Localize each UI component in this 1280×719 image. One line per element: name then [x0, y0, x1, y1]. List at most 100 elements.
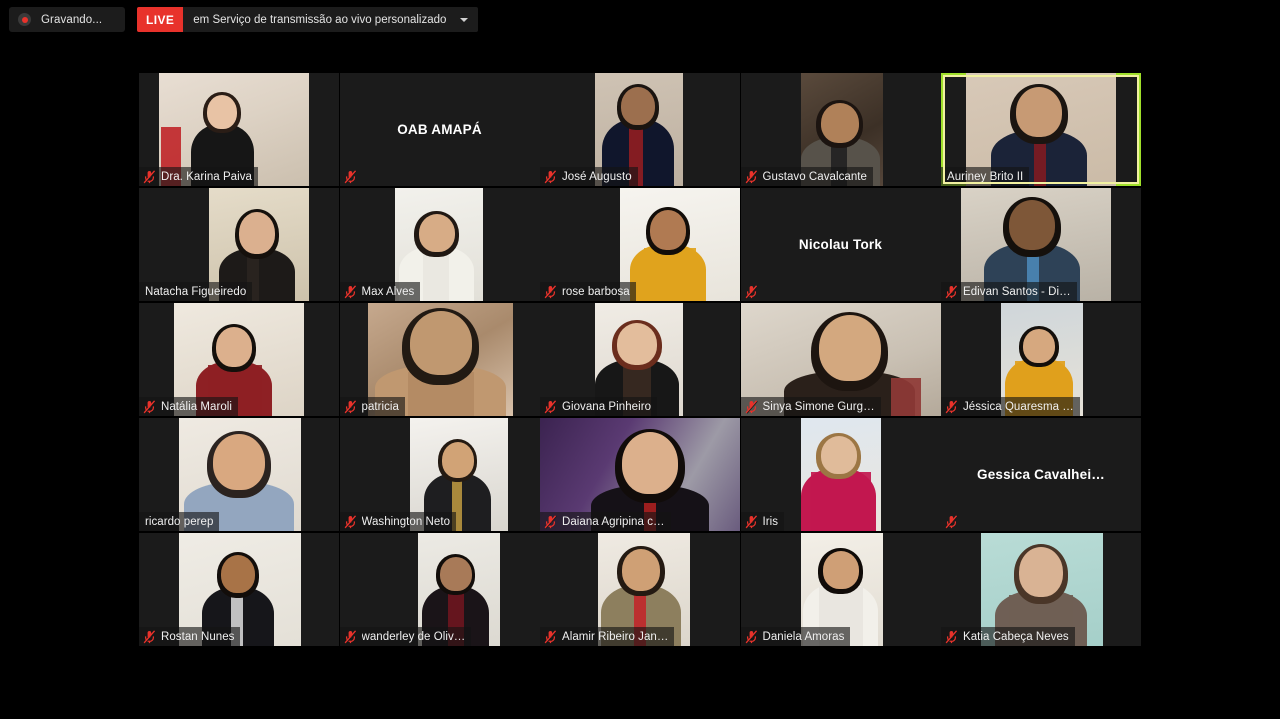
participant-name-overlay: Gustavo Cavalcante — [740, 167, 873, 186]
participant-name-overlay: ricardo perep — [139, 512, 220, 531]
participant-tile[interactable]: Katia Cabeça Neves — [941, 533, 1141, 646]
participant-name-placeholder: OAB AMAPÁ — [397, 122, 482, 137]
participant-gallery: Dra. Karina Paiva OAB AMAPÁ José Augusto Gu… — [139, 73, 1141, 646]
recording-indicator-button[interactable]: Gravando... — [9, 7, 125, 32]
live-badge: LIVE — [137, 7, 184, 32]
participant-name: Natacha Figueiredo — [145, 285, 247, 298]
microphone-muted-icon — [344, 399, 357, 414]
participant-name: Edivan Santos - Di… — [963, 285, 1071, 298]
microphone-muted-icon — [945, 399, 958, 414]
participant-name-overlay: Max Alves — [339, 282, 421, 301]
live-service-label: em Serviço de transmissão ao vivo person… — [193, 13, 447, 26]
microphone-muted-icon — [143, 399, 156, 414]
participant-name-overlay: Rostan Nunes — [139, 627, 241, 646]
participant-name-overlay: patricia — [339, 397, 405, 416]
participant-name: Daiana Agripina c… — [562, 515, 665, 528]
participant-tile[interactable]: ricardo perep — [139, 418, 339, 531]
participant-name-overlay: Iris — [740, 512, 785, 531]
chevron-down-icon[interactable] — [460, 17, 469, 22]
participant-name: Daniela Amoras — [762, 630, 845, 643]
participant-name-overlay: Daiana Agripina c… — [540, 512, 671, 531]
microphone-muted-icon — [544, 629, 557, 644]
participant-tile[interactable]: Daiana Agripina c… — [540, 418, 740, 531]
participant-tile[interactable]: Rostan Nunes — [139, 533, 339, 646]
participant-name: Gustavo Cavalcante — [762, 170, 867, 183]
participant-tile[interactable]: Natália Maroli — [139, 303, 339, 416]
participant-name: José Augusto — [562, 170, 632, 183]
participant-tile[interactable]: OAB AMAPÁ — [339, 73, 540, 186]
microphone-muted-icon — [143, 629, 156, 644]
participant-name-placeholder: Nicolau Tork — [798, 237, 883, 252]
participant-name: Natália Maroli — [161, 400, 233, 413]
participant-name: Max Alves — [361, 285, 415, 298]
participant-tile[interactable]: Natacha Figueiredo — [139, 188, 339, 301]
participant-name: Jéssica Quaresma … — [963, 400, 1074, 413]
participant-tile[interactable]: Jéssica Quaresma … — [941, 303, 1141, 416]
participant-name: Dra. Karina Paiva — [161, 170, 252, 183]
microphone-muted-icon — [544, 169, 557, 184]
participant-tile[interactable]: Sinya Simone Gurg… — [740, 303, 941, 416]
participant-tile[interactable]: Nicolau Tork — [740, 188, 941, 301]
participant-video — [620, 188, 740, 301]
participant-tile[interactable]: Gustavo Cavalcante — [740, 73, 941, 186]
participant-name-overlay — [941, 512, 969, 531]
microphone-muted-icon — [344, 514, 357, 529]
participant-tile[interactable]: patricia — [339, 303, 540, 416]
participant-tile[interactable]: Gessica Cavalhei… — [941, 418, 1141, 531]
participant-name: wanderley de Oliv… — [361, 630, 466, 643]
participant-name: Iris — [762, 515, 779, 528]
participant-name: ricardo perep — [145, 515, 214, 528]
participant-name-overlay: Sinya Simone Gurg… — [740, 397, 881, 416]
live-service-dropdown[interactable]: em Serviço de transmissão ao vivo person… — [183, 7, 479, 32]
microphone-muted-icon — [745, 284, 758, 299]
participant-tile[interactable]: José Augusto — [540, 73, 740, 186]
participant-name: Sinya Simone Gurg… — [762, 400, 875, 413]
participant-name-overlay: rose barbosa — [540, 282, 636, 301]
participant-name: Auriney Brito II — [947, 170, 1024, 183]
participant-tile[interactable]: rose barbosa — [540, 188, 740, 301]
microphone-muted-icon — [945, 284, 958, 299]
participant-name-overlay: Washington Neto — [339, 512, 457, 531]
record-dot-icon — [18, 13, 31, 26]
participant-name-overlay — [741, 282, 769, 301]
participant-name: patricia — [361, 400, 399, 413]
participant-name-overlay: Edivan Santos - Di… — [941, 282, 1077, 301]
participant-tile[interactable]: Edivan Santos - Di… — [941, 188, 1141, 301]
participant-name-placeholder: Gessica Cavalhei… — [977, 467, 1105, 482]
participant-name-overlay — [340, 167, 368, 186]
participant-name: Alamir Ribeiro Jan… — [562, 630, 669, 643]
participant-tile[interactable]: Iris — [740, 418, 941, 531]
participant-name-overlay: Natália Maroli — [139, 397, 239, 416]
participant-tile[interactable]: Daniela Amoras — [740, 533, 941, 646]
participant-tile[interactable]: Giovana Pinheiro — [540, 303, 740, 416]
participant-name: Washington Neto — [361, 515, 451, 528]
participant-name-overlay: Giovana Pinheiro — [540, 397, 658, 416]
recording-label: Gravando... — [41, 13, 103, 26]
participant-name-overlay: Alamir Ribeiro Jan… — [540, 627, 675, 646]
microphone-muted-icon — [344, 629, 357, 644]
microphone-muted-icon — [945, 629, 958, 644]
participant-name-overlay: José Augusto — [540, 167, 638, 186]
participant-tile[interactable]: Max Alves — [339, 188, 540, 301]
microphone-muted-icon — [745, 399, 758, 414]
microphone-muted-icon — [745, 514, 758, 529]
microphone-muted-icon — [544, 514, 557, 529]
microphone-muted-icon — [544, 284, 557, 299]
participant-name-overlay: Dra. Karina Paiva — [139, 167, 258, 186]
participant-name-overlay: wanderley de Oliv… — [339, 627, 472, 646]
participant-name-overlay: Natacha Figueiredo — [139, 282, 253, 301]
microphone-muted-icon — [945, 514, 958, 529]
participant-tile[interactable]: Alamir Ribeiro Jan… — [540, 533, 740, 646]
participant-tile[interactable]: Dra. Karina Paiva — [139, 73, 339, 186]
participant-name-overlay: Jéssica Quaresma … — [941, 397, 1080, 416]
participant-tile[interactable]: wanderley de Oliv… — [339, 533, 540, 646]
participant-tile[interactable]: Auriney Brito II — [941, 73, 1141, 186]
participant-video — [800, 418, 881, 531]
microphone-muted-icon — [745, 629, 758, 644]
participant-name: rose barbosa — [562, 285, 630, 298]
meeting-top-bar: Gravando... LIVE em Serviço de transmiss… — [0, 0, 1280, 40]
microphone-muted-icon — [143, 169, 156, 184]
live-stream-status[interactable]: LIVE em Serviço de transmissão ao vivo p… — [137, 7, 479, 32]
participant-tile[interactable]: Washington Neto — [339, 418, 540, 531]
participant-name-overlay: Daniela Amoras — [740, 627, 851, 646]
